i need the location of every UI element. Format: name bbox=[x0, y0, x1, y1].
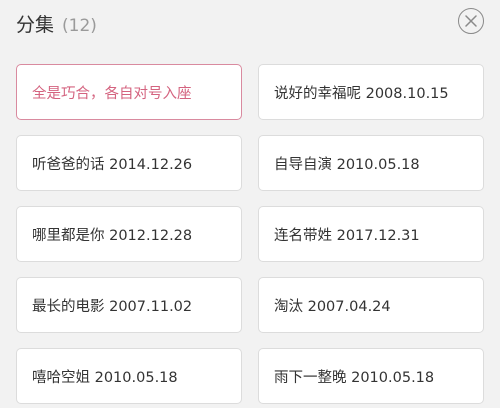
episode-item[interactable]: 连名带姓 2017.12.31 bbox=[258, 206, 484, 262]
panel-title: 分集 (12) bbox=[16, 10, 97, 37]
episode-item[interactable]: 听爸爸的话 2014.12.26 bbox=[16, 135, 242, 191]
episode-item[interactable]: 哪里都是你 2012.12.28 bbox=[16, 206, 242, 262]
episode-count: (12) bbox=[62, 16, 97, 36]
episode-item[interactable]: 淘汰 2007.04.24 bbox=[258, 277, 484, 333]
episode-item[interactable]: 自导自演 2010.05.18 bbox=[258, 135, 484, 191]
episode-item-selected[interactable]: 全是巧合，各自对号入座 bbox=[16, 64, 242, 120]
episode-item[interactable]: 说好的幸福呢 2008.10.15 bbox=[258, 64, 484, 120]
panel-title-text: 分集 bbox=[16, 14, 55, 36]
close-icon bbox=[465, 15, 477, 27]
episode-item[interactable]: 嘻哈空姐 2010.05.18 bbox=[16, 348, 242, 404]
episode-item[interactable]: 最长的电影 2007.11.02 bbox=[16, 277, 242, 333]
episodes-header: 分集 (12) bbox=[0, 0, 500, 44]
close-button[interactable] bbox=[458, 8, 484, 34]
episode-item[interactable]: 雨下一整晚 2010.05.18 bbox=[258, 348, 484, 404]
